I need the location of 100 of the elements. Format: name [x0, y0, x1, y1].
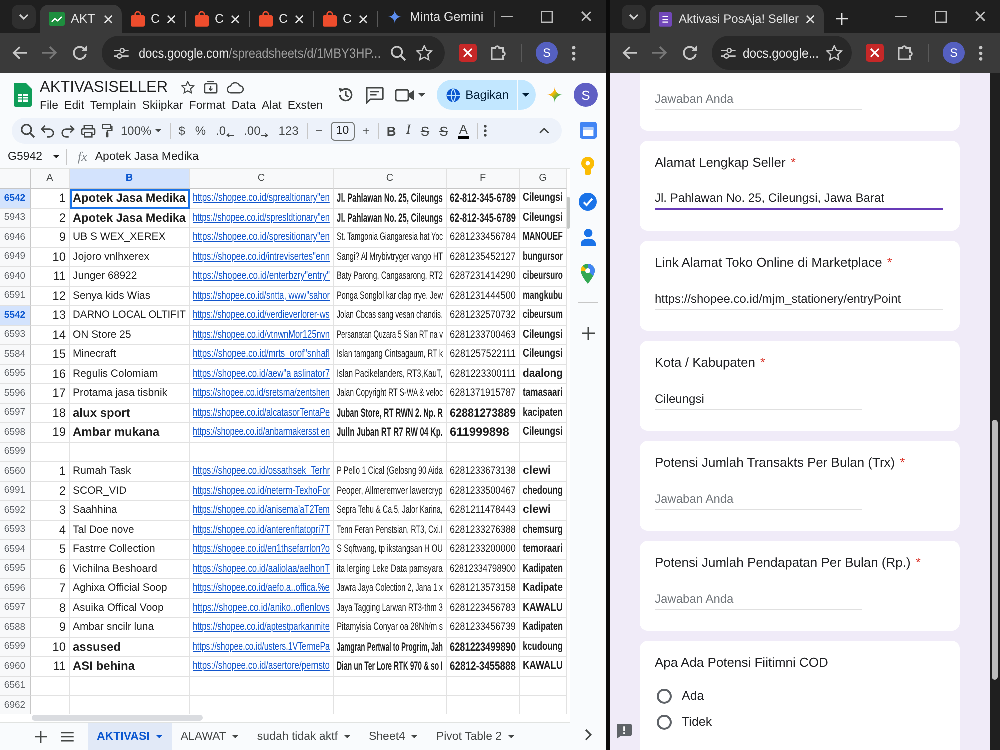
link[interactable]: https://shopee.co.id/verdieverlorer-ws — [193, 309, 330, 322]
profile-avatar[interactable]: S — [574, 83, 598, 107]
right-arrow-icon[interactable] — [42, 46, 58, 60]
sliders-icon[interactable] — [721, 48, 736, 58]
column-header[interactable]: C — [334, 169, 447, 189]
minimize-icon[interactable] — [501, 16, 513, 18]
paint-roller-icon[interactable] — [102, 124, 113, 138]
menu-item[interactable]: Format — [189, 100, 226, 112]
answer-field[interactable]: Jawaban Anda — [655, 88, 862, 110]
strikethrough-button[interactable]: S — [438, 120, 450, 142]
browser-tab[interactable]: C — [250, 5, 313, 33]
decrease-decimals-button[interactable]: .0 — [214, 120, 236, 142]
link[interactable]: https://shopee.co.id/ossathsek_Terhr — [193, 465, 330, 478]
sheet-tab[interactable]: Pivot Table 2 — [427, 723, 524, 750]
document-title[interactable]: AKTIVASISELLER — [40, 78, 168, 96]
formula-field[interactable]: Apotek Jasa Medika — [95, 151, 570, 163]
sheet-tab[interactable]: ALAWAT — [172, 723, 248, 750]
number-format-button[interactable]: 123 — [276, 120, 301, 142]
close-icon[interactable] — [975, 11, 986, 22]
address-bar[interactable]: docs.google... — [712, 36, 852, 70]
caret-icon[interactable] — [418, 93, 426, 97]
answer-field[interactable]: Jl. Pahlawan No. 25, Cileungsi, Jawa Barat — [655, 188, 943, 210]
percent-format-button[interactable]: % — [193, 120, 208, 142]
link[interactable]: https://shopee.co.id/anbarmakersst en — [193, 426, 330, 438]
row-header[interactable]: 6991 — [0, 482, 31, 501]
link[interactable]: https://shopee.co.id/mrts_orof"snhafl — [193, 348, 330, 360]
close-icon[interactable] — [104, 14, 113, 24]
profile-avatar[interactable]: S — [943, 42, 965, 64]
browser-tab[interactable]: C — [314, 5, 377, 33]
link[interactable]: https://shopee.co.id/aefo.a..offica.%e — [193, 582, 330, 594]
answer-field[interactable]: Jawaban Anda — [655, 488, 862, 510]
check-circle-icon[interactable] — [579, 193, 597, 211]
menu-item[interactable]: Alat — [262, 100, 282, 112]
person-icon[interactable] — [580, 229, 596, 246]
sparkle-icon[interactable] — [547, 87, 563, 103]
sliders-icon[interactable] — [114, 48, 129, 58]
browser-tab[interactable]: Aktivasi PosAja! Seller — [650, 5, 824, 33]
link[interactable]: https://shopee.co.id/en1thsefarrlon?o — [193, 543, 330, 556]
plus-icon[interactable] — [582, 327, 594, 340]
close-icon[interactable] — [359, 14, 368, 24]
cloud-icon[interactable] — [227, 82, 244, 94]
close-icon[interactable] — [581, 11, 592, 22]
row-header[interactable]: 6592 — [0, 501, 31, 520]
close-icon[interactable] — [167, 14, 176, 24]
column-header[interactable]: A — [31, 169, 70, 189]
printer-icon[interactable] — [81, 124, 96, 138]
row-header[interactable]: 6949 — [0, 248, 31, 267]
puzzle-icon[interactable] — [491, 45, 507, 61]
currency-format-button[interactable]: $ — [176, 120, 188, 142]
link[interactable]: https://shopee.co.id/vtnwnMor125nvn — [193, 328, 330, 341]
history-icon[interactable] — [336, 86, 355, 104]
gemini-button[interactable]: Minta Gemini — [384, 4, 488, 28]
column-header[interactable]: B — [70, 169, 190, 189]
font-size-field[interactable]: 10 — [330, 122, 355, 140]
vertical-scrollbar[interactable] — [567, 197, 570, 229]
row-header[interactable]: 6561 — [0, 676, 31, 696]
row-header[interactable]: 5542 — [0, 306, 31, 326]
answer-field[interactable]: Cileungsi — [655, 388, 862, 410]
address-bar[interactable]: docs.google.com/spreadsheets/d/1MBY3HP... — [102, 36, 445, 70]
browser-tab[interactable]: AKT — [40, 5, 122, 33]
more-icon[interactable] — [484, 125, 487, 137]
magnifier-icon[interactable] — [391, 46, 406, 60]
profile-avatar[interactable]: S — [536, 42, 558, 64]
link[interactable]: https://shopee.co.id/spresitionary"en — [193, 231, 330, 244]
browser-tab[interactable]: C — [186, 5, 249, 33]
map-pin-icon[interactable] — [581, 264, 595, 284]
sheet-tab[interactable]: Sheet4 — [360, 723, 428, 750]
row-header[interactable]: 6597 — [0, 404, 31, 423]
link[interactable]: https://shopee.co.id/alcatasorTentaPe — [193, 406, 330, 419]
menu-icon[interactable] — [61, 732, 74, 742]
link[interactable]: https://shopee.co.id/sprealtionary"en — [193, 192, 330, 204]
row-header[interactable]: 6593 — [0, 326, 31, 345]
alert-bubble-icon[interactable] — [617, 724, 632, 739]
app-tile-icon[interactable] — [459, 44, 477, 62]
row-header[interactable]: 6962 — [0, 696, 31, 714]
close-icon[interactable] — [295, 14, 304, 24]
decrease-font-size-button[interactable]: − — [314, 120, 325, 142]
row-header[interactable]: 6595 — [0, 560, 31, 579]
row-header[interactable]: 5584 — [0, 345, 31, 364]
link[interactable]: https://shopee.co.id/intrevisertes"enn — [193, 250, 330, 263]
share-button[interactable]: Bagikan — [436, 80, 517, 110]
row-header[interactable]: 6588 — [0, 618, 31, 638]
increase-font-size-button[interactable]: + — [360, 120, 372, 142]
close-icon[interactable] — [231, 14, 240, 24]
link[interactable]: https://shopee.co.id/anterenftatopri7T — [193, 524, 330, 536]
link[interactable]: https://shopee.co.id/spresldtionary"en — [193, 212, 330, 224]
row-header[interactable]: 6599 — [0, 638, 31, 657]
text-color-button[interactable]: A — [456, 120, 471, 142]
link[interactable]: https://shopee.co.id/aew"a aslinator7 — [193, 368, 330, 380]
undo-icon[interactable] — [41, 124, 55, 138]
column-header[interactable]: G — [520, 169, 567, 189]
vertical-scrollbar[interactable] — [992, 420, 998, 680]
plus-icon[interactable] — [35, 730, 47, 742]
spreadsheet-icon[interactable] — [14, 83, 32, 107]
more-icon[interactable] — [979, 46, 983, 60]
radio-button[interactable] — [657, 688, 672, 704]
reload-icon[interactable] — [72, 45, 88, 61]
row-header[interactable]: 6591 — [0, 286, 31, 306]
menu-item[interactable]: Edit — [64, 100, 84, 112]
puzzle-icon[interactable] — [898, 45, 914, 61]
